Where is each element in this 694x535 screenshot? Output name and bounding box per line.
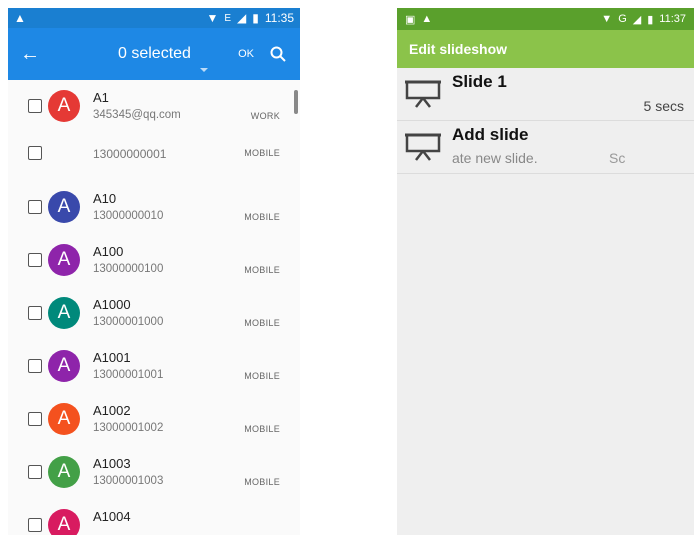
warning-icon: ▲ [14, 11, 26, 25]
contact-detail: 13000000010 [93, 210, 164, 222]
contact-type: MOBILE [244, 477, 280, 487]
select-checkbox[interactable] [28, 465, 42, 479]
contact-type: MOBILE [244, 212, 280, 222]
page-title: Edit slideshow [397, 30, 694, 68]
presentation-icon [405, 80, 441, 108]
back-button[interactable]: ← [8, 28, 52, 80]
select-checkbox[interactable] [28, 99, 42, 113]
selection-toolbar: ← 0 selected OK [8, 28, 300, 80]
contact-detail: 345345@qq.com [93, 109, 181, 121]
contact-name: A1 [93, 90, 109, 105]
contact-detail: 13000000001 [93, 147, 167, 161]
avatar: A [48, 244, 80, 276]
contact-detail: 13000000100 [93, 263, 164, 275]
contact-detail: 13000001001 [93, 369, 164, 381]
avatar: A [48, 191, 80, 223]
slide-title: Slide 1 [452, 72, 507, 91]
contact-name: A10 [93, 191, 117, 206]
contacts-screen: ▲ ▼ E ◢ ▮ 11:35 ← 0 selected OK A A1 345… [8, 8, 300, 535]
contact-name: A1004 [93, 509, 131, 524]
contact-type: MOBILE [244, 148, 280, 158]
select-checkbox[interactable] [28, 253, 42, 267]
wifi-icon: ▼ [206, 11, 219, 25]
select-checkbox[interactable] [28, 412, 42, 426]
select-checkbox[interactable] [28, 200, 42, 214]
avatar: A [48, 297, 80, 329]
contact-type: MOBILE [244, 265, 280, 275]
image-notification-icon: ▣ [405, 13, 416, 26]
status-time: 11:37 [659, 13, 686, 25]
contact-name: A1001 [93, 350, 131, 365]
contact-row[interactable]: A A1003 13000001003 MOBILE [8, 444, 300, 497]
contact-row[interactable]: A A1 345345@qq.com WORK [8, 80, 300, 133]
contact-list: A A1 345345@qq.com WORK 13000000001 MOBI… [8, 80, 300, 535]
contact-name: A1003 [93, 456, 131, 471]
contact-row[interactable]: A A1004 [8, 497, 300, 535]
add-slide-item[interactable]: Add slide ate new slide. Sc [397, 121, 694, 174]
contact-detail: 13000001003 [93, 475, 164, 487]
avatar: A [48, 509, 80, 535]
avatar: A [48, 350, 80, 382]
slide-item[interactable]: Slide 1 5 secs [397, 68, 694, 121]
battery-icon: ▮ [647, 13, 654, 26]
contact-detail: 13000001000 [93, 316, 164, 328]
dropdown-caret-icon [200, 68, 208, 72]
scrollbar-thumb[interactable] [294, 90, 298, 114]
battery-icon: ▮ [252, 11, 259, 25]
contact-type: MOBILE [244, 318, 280, 328]
ok-button[interactable]: OK [238, 28, 254, 80]
contact-row[interactable]: A A100 13000000100 MOBILE [8, 232, 300, 285]
contact-row[interactable]: A A10 13000000010 MOBILE [8, 179, 300, 232]
contact-row[interactable]: A A1002 13000001002 MOBILE [8, 391, 300, 444]
back-arrow-icon: ← [20, 42, 40, 65]
search-icon [270, 46, 286, 62]
select-checkbox[interactable] [28, 359, 42, 373]
select-checkbox[interactable] [28, 518, 42, 532]
network-type: G [618, 13, 627, 25]
search-button[interactable] [264, 28, 292, 80]
contact-name: A1000 [93, 297, 131, 312]
add-slide-meta: Sc [609, 150, 626, 166]
contact-row[interactable]: A A1000 13000001000 MOBILE [8, 285, 300, 338]
add-slide-title: Add slide [452, 125, 529, 144]
warning-icon: ▲ [421, 13, 433, 25]
status-bar: ▲ ▼ E ◢ ▮ 11:35 [8, 8, 300, 28]
add-slide-description: ate new slide. [452, 150, 538, 166]
status-bar: ▣ ▲ ▼ G ◢ ▮ 11:37 [397, 8, 694, 30]
select-checkbox[interactable] [28, 306, 42, 320]
signal-icon: ◢ [632, 13, 642, 26]
slideshow-screen: ▣ ▲ ▼ G ◢ ▮ 11:37 Edit slideshow Slide 1… [397, 8, 694, 535]
wifi-icon: ▼ [601, 13, 613, 25]
avatar: A [48, 403, 80, 435]
network-type: E [224, 12, 232, 24]
contact-detail: 13000001002 [93, 422, 164, 434]
contact-type: WORK [250, 111, 280, 121]
select-checkbox[interactable] [28, 146, 42, 160]
slide-duration: 5 secs [643, 98, 684, 114]
contact-row[interactable]: 13000000001 MOBILE [8, 133, 300, 179]
contact-name: A100 [93, 244, 124, 259]
status-time: 11:35 [264, 11, 294, 25]
signal-icon: ◢ [237, 11, 247, 25]
contact-row[interactable]: A A1001 13000001001 MOBILE [8, 338, 300, 391]
avatar: A [48, 456, 80, 488]
selection-title[interactable]: 0 selected [118, 28, 191, 80]
avatar: A [48, 90, 80, 122]
contact-name: A1002 [93, 403, 131, 418]
presentation-icon [405, 133, 441, 161]
contact-type: MOBILE [244, 371, 280, 381]
contact-type: MOBILE [244, 424, 280, 434]
